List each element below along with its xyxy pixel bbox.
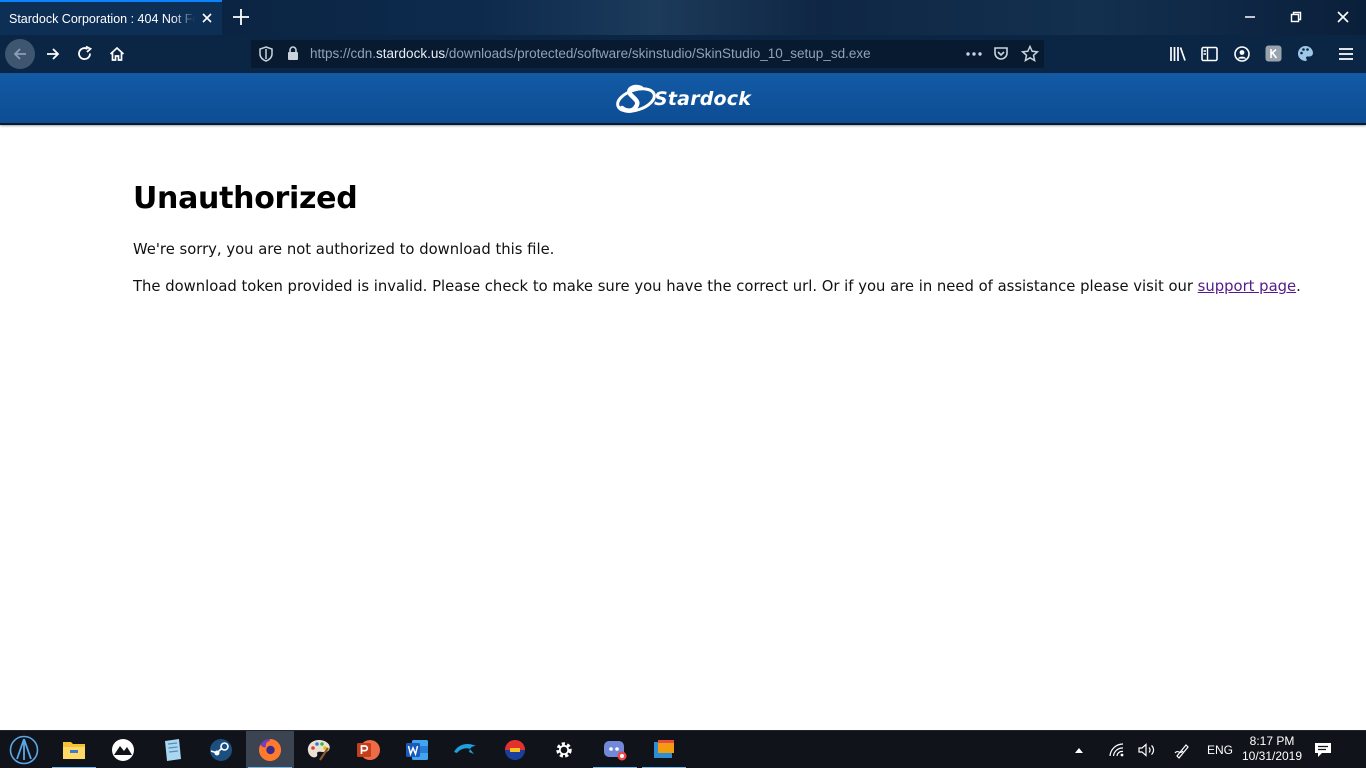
close-icon [1337, 10, 1349, 23]
discord-icon [604, 741, 627, 761]
powerpoint-icon [357, 740, 380, 760]
paint-app-icon [307, 740, 330, 761]
taskbar-steam[interactable] [197, 731, 245, 768]
new-tab-icon[interactable] [230, 6, 252, 28]
forward-arrow-icon [47, 48, 60, 60]
error-detail-text: The download token provided is invalid. … [133, 278, 1198, 295]
clock-time: 8:17 PM [1249, 734, 1295, 748]
stardock-logo-icon [616, 84, 656, 113]
page-title: Unauthorized [133, 181, 358, 216]
tray-network[interactable] [1104, 731, 1130, 768]
reload-button[interactable] [70, 39, 100, 69]
media-app-icon [505, 740, 525, 760]
restore-button[interactable] [1273, 0, 1319, 33]
pen-icon [1174, 744, 1189, 759]
main-content: Unauthorized We're sorry, you are not au… [133, 180, 1301, 297]
restore-icon [1290, 11, 1302, 22]
chevron-up-icon [1075, 748, 1083, 753]
browser-titlebar: Stardock Corporation : 404 Not Found [0, 0, 1366, 35]
window-manager-icon [654, 740, 674, 758]
taskbar-settings[interactable] [540, 731, 588, 768]
taskbar-clock[interactable]: 8:17 PM 10/31/2019 [1238, 734, 1306, 764]
support-page-link[interactable]: support page [1198, 278, 1296, 295]
taskbar-photo-app[interactable] [99, 731, 147, 768]
home-button[interactable] [102, 39, 132, 69]
clock-date: 10/31/2019 [1241, 749, 1303, 763]
error-detail-end: . [1296, 278, 1301, 295]
extension-icon[interactable] [1265, 45, 1282, 62]
home-icon [109, 46, 125, 61]
address-bar[interactable]: https://cdn.stardock.us/downloads/protec… [251, 40, 1044, 68]
taskbar-media-app[interactable] [491, 731, 539, 768]
url-text[interactable]: https://cdn.stardock.us/downloads/protec… [310, 46, 871, 61]
taskbar-file-explorer[interactable] [50, 731, 98, 768]
taskbar-word[interactable] [393, 731, 441, 768]
bookmark-star-icon[interactable] [1021, 45, 1039, 63]
browser-toolbar: https://cdn.stardock.us/downloads/protec… [0, 35, 1366, 73]
tab-close-icon[interactable] [200, 11, 214, 25]
sidebar-icon[interactable] [1201, 46, 1218, 62]
page-actions-icon[interactable] [965, 51, 983, 57]
url-prefix: https://cdn. [310, 46, 377, 61]
wifi-icon [1109, 743, 1124, 757]
taskbar-firefox[interactable] [246, 731, 294, 768]
tab-title: Stardock Corporation : 404 Not Found [9, 11, 195, 26]
taskbar-dolphin[interactable] [442, 731, 490, 768]
error-message: We're sorry, you are not authorized to d… [133, 241, 555, 258]
url-path: /downloads/protected/software/skinstudio… [445, 46, 871, 61]
close-window-button[interactable] [1320, 0, 1366, 33]
stardock-logo-text: Stardock [654, 88, 752, 110]
steam-icon [210, 739, 232, 761]
stardock-logo[interactable]: Stardock [614, 80, 752, 120]
dolphin-icon [454, 744, 476, 754]
browser-tab-active[interactable]: Stardock Corporation : 404 Not Found [0, 0, 222, 35]
site-header: Stardock [0, 73, 1366, 125]
firefox-icon [259, 738, 282, 761]
start-button[interactable] [0, 731, 48, 768]
minimize-icon [1245, 15, 1255, 18]
reload-icon [78, 45, 93, 60]
pocket-icon[interactable] [993, 46, 1009, 62]
notification-icon [1315, 743, 1331, 757]
url-host: stardock.us [376, 46, 446, 61]
taskbar-discord[interactable] [591, 731, 639, 768]
speaker-icon [1138, 743, 1155, 757]
taskbar-paint-app[interactable] [295, 731, 343, 768]
start-icon [9, 735, 39, 765]
tray-pen[interactable] [1170, 731, 1196, 768]
tracking-protection-icon[interactable] [259, 46, 273, 62]
lock-icon[interactable] [287, 46, 299, 61]
taskbar-powerpoint[interactable] [344, 731, 392, 768]
hamburger-menu-icon[interactable] [1338, 47, 1354, 61]
photo-app-icon [112, 739, 134, 761]
taskbar-notes-app[interactable] [148, 731, 196, 768]
taskbar: ENG 8:17 PM 10/31/2019 [0, 730, 1366, 768]
back-button[interactable] [5, 39, 35, 69]
account-icon[interactable] [1234, 46, 1250, 62]
minimize-button[interactable] [1227, 0, 1273, 33]
settings-icon [556, 742, 572, 758]
color-palette-icon[interactable] [1297, 45, 1314, 62]
action-center-button[interactable] [1310, 731, 1336, 768]
library-icon[interactable] [1169, 46, 1187, 62]
notes-app-icon [165, 739, 181, 761]
forward-button[interactable] [38, 39, 68, 69]
tray-language[interactable]: ENG [1203, 731, 1237, 768]
taskbar-window-manager[interactable] [640, 731, 688, 768]
error-detail: The download token provided is invalid. … [133, 277, 1301, 297]
word-icon [406, 740, 428, 760]
tray-overflow-button[interactable] [1068, 731, 1090, 768]
tray-volume[interactable] [1134, 731, 1160, 768]
back-arrow-icon [13, 48, 26, 60]
file-explorer-icon [63, 742, 85, 759]
